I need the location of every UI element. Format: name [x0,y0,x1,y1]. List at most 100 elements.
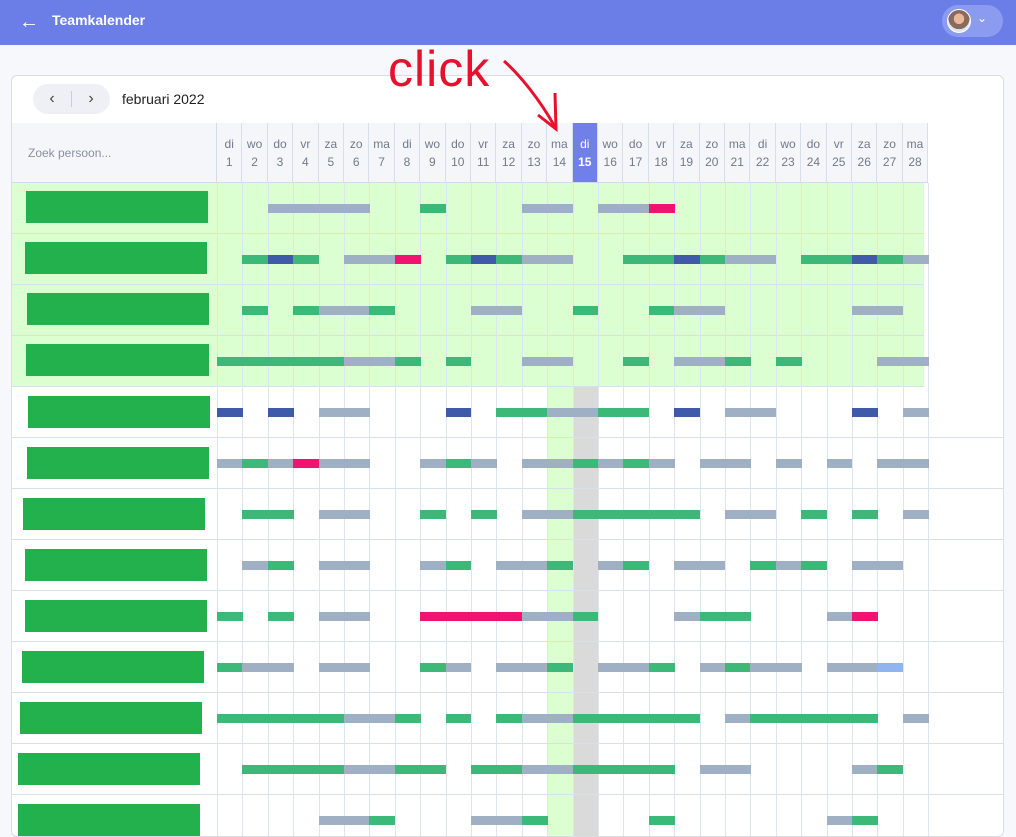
day-header-11[interactable]: vr 11 [471,123,497,183]
schedule-block[interactable] [394,357,421,366]
schedule-block[interactable] [725,510,751,519]
schedule-block[interactable] [648,459,675,468]
schedule-block[interactable] [750,663,777,672]
schedule-block[interactable] [521,255,548,264]
schedule-block[interactable] [521,357,548,366]
schedule-block[interactable] [547,408,574,417]
schedule-block[interactable] [242,306,269,315]
schedule-block[interactable] [699,306,726,315]
person-name-redacted[interactable] [18,804,200,836]
person-name-redacted[interactable] [25,549,207,581]
schedule-block[interactable] [445,561,472,570]
day-header-3[interactable]: do 3 [267,123,294,183]
schedule-block[interactable] [623,510,650,519]
schedule-block[interactable] [217,663,243,672]
day-header-16[interactable]: wo 16 [598,123,624,183]
schedule-block[interactable] [852,510,878,519]
schedule-block[interactable] [445,663,472,672]
schedule-block[interactable] [877,306,904,315]
schedule-block[interactable] [648,255,675,264]
schedule-block[interactable] [623,408,650,417]
schedule-block[interactable] [369,255,396,264]
schedule-block[interactable] [623,459,650,468]
schedule-block[interactable] [547,714,574,723]
schedule-block[interactable] [801,255,828,264]
schedule-block[interactable] [826,714,853,723]
schedule-block[interactable] [699,561,726,570]
schedule-block[interactable] [775,663,802,672]
schedule-block[interactable] [674,357,701,366]
schedule-block[interactable] [902,459,929,468]
schedule-block[interactable] [699,765,726,774]
schedule-block[interactable] [902,357,929,366]
schedule-block[interactable] [318,510,345,519]
schedule-block[interactable] [725,663,751,672]
day-header-7[interactable]: ma 7 [369,123,395,183]
schedule-block[interactable] [725,765,751,774]
schedule-block[interactable] [826,255,853,264]
schedule-block[interactable] [648,306,675,315]
schedule-block[interactable] [344,663,370,672]
schedule-block[interactable] [572,459,599,468]
schedule-block[interactable] [547,510,574,519]
schedule-block[interactable] [877,255,904,264]
schedule-block[interactable] [242,765,269,774]
schedule-block[interactable] [572,765,599,774]
day-header-9[interactable]: wo 9 [420,123,446,183]
schedule-block[interactable] [445,612,472,621]
schedule-block[interactable] [521,714,548,723]
schedule-block[interactable] [699,459,726,468]
schedule-block[interactable] [242,357,269,366]
day-header-19[interactable]: za 19 [674,123,700,183]
schedule-block[interactable] [852,561,878,570]
schedule-block[interactable] [623,255,650,264]
schedule-block[interactable] [344,816,370,825]
schedule-block[interactable] [648,204,675,213]
schedule-block[interactable] [217,357,243,366]
schedule-block[interactable] [471,816,497,825]
schedule-block[interactable] [217,459,243,468]
schedule-block[interactable] [318,714,345,723]
person-name-redacted[interactable] [26,191,208,223]
schedule-block[interactable] [318,612,345,621]
schedule-block[interactable] [267,510,294,519]
schedule-block[interactable] [318,816,345,825]
schedule-block[interactable] [725,714,751,723]
schedule-block[interactable] [496,255,523,264]
schedule-block[interactable] [699,357,726,366]
schedule-block[interactable] [725,357,751,366]
schedule-block[interactable] [521,459,548,468]
schedule-block[interactable] [344,765,370,774]
schedule-block[interactable] [344,714,370,723]
schedule-block[interactable] [394,765,421,774]
schedule-block[interactable] [598,765,624,774]
schedule-block[interactable] [877,765,904,774]
schedule-block[interactable] [648,510,675,519]
schedule-block[interactable] [674,408,701,417]
schedule-block[interactable] [572,714,599,723]
schedule-block[interactable] [293,459,320,468]
schedule-block[interactable] [623,663,650,672]
person-name-redacted[interactable] [26,344,209,376]
search-person-input[interactable] [26,140,210,166]
schedule-block[interactable] [648,816,675,825]
schedule-block[interactable] [344,306,370,315]
day-header-20[interactable]: zo 20 [699,123,725,183]
schedule-block[interactable] [572,612,599,621]
schedule-block[interactable] [674,561,701,570]
schedule-block[interactable] [547,357,574,366]
day-header-5[interactable]: za 5 [318,123,344,183]
schedule-block[interactable] [293,306,320,315]
schedule-block[interactable] [267,561,294,570]
schedule-block[interactable] [496,408,523,417]
schedule-block[interactable] [394,255,421,264]
schedule-block[interactable] [750,561,777,570]
schedule-block[interactable] [394,714,421,723]
schedule-block[interactable] [623,561,650,570]
schedule-block[interactable] [496,306,523,315]
schedule-block[interactable] [318,561,345,570]
person-name-redacted[interactable] [27,293,209,325]
schedule-block[interactable] [547,255,574,264]
schedule-block[interactable] [420,459,447,468]
person-name-redacted[interactable] [28,396,210,428]
